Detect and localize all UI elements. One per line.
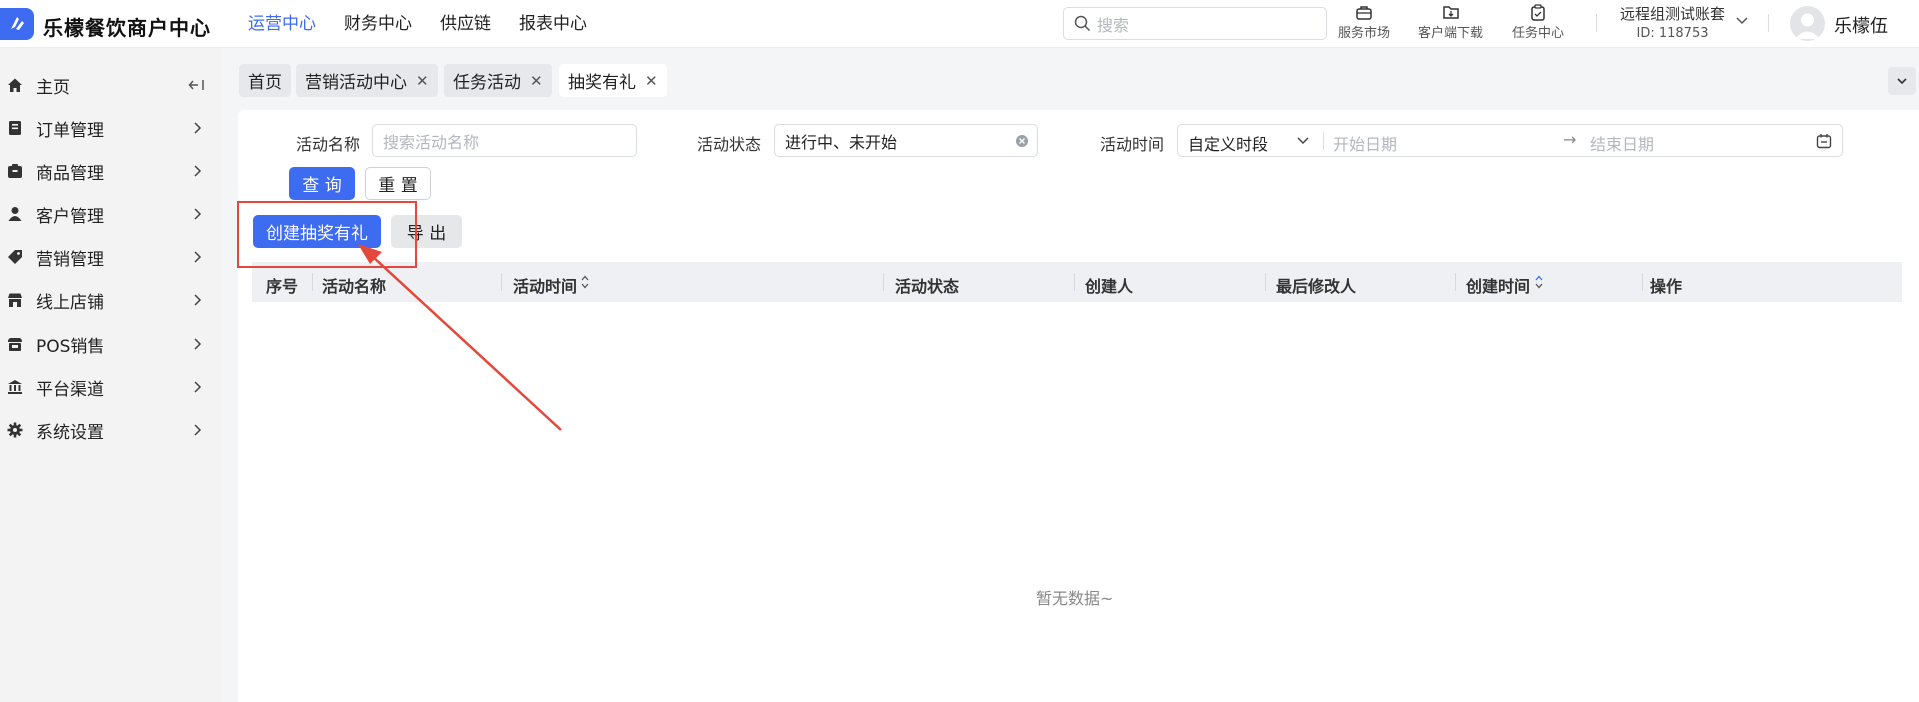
- annotation-arrow: [358, 244, 562, 431]
